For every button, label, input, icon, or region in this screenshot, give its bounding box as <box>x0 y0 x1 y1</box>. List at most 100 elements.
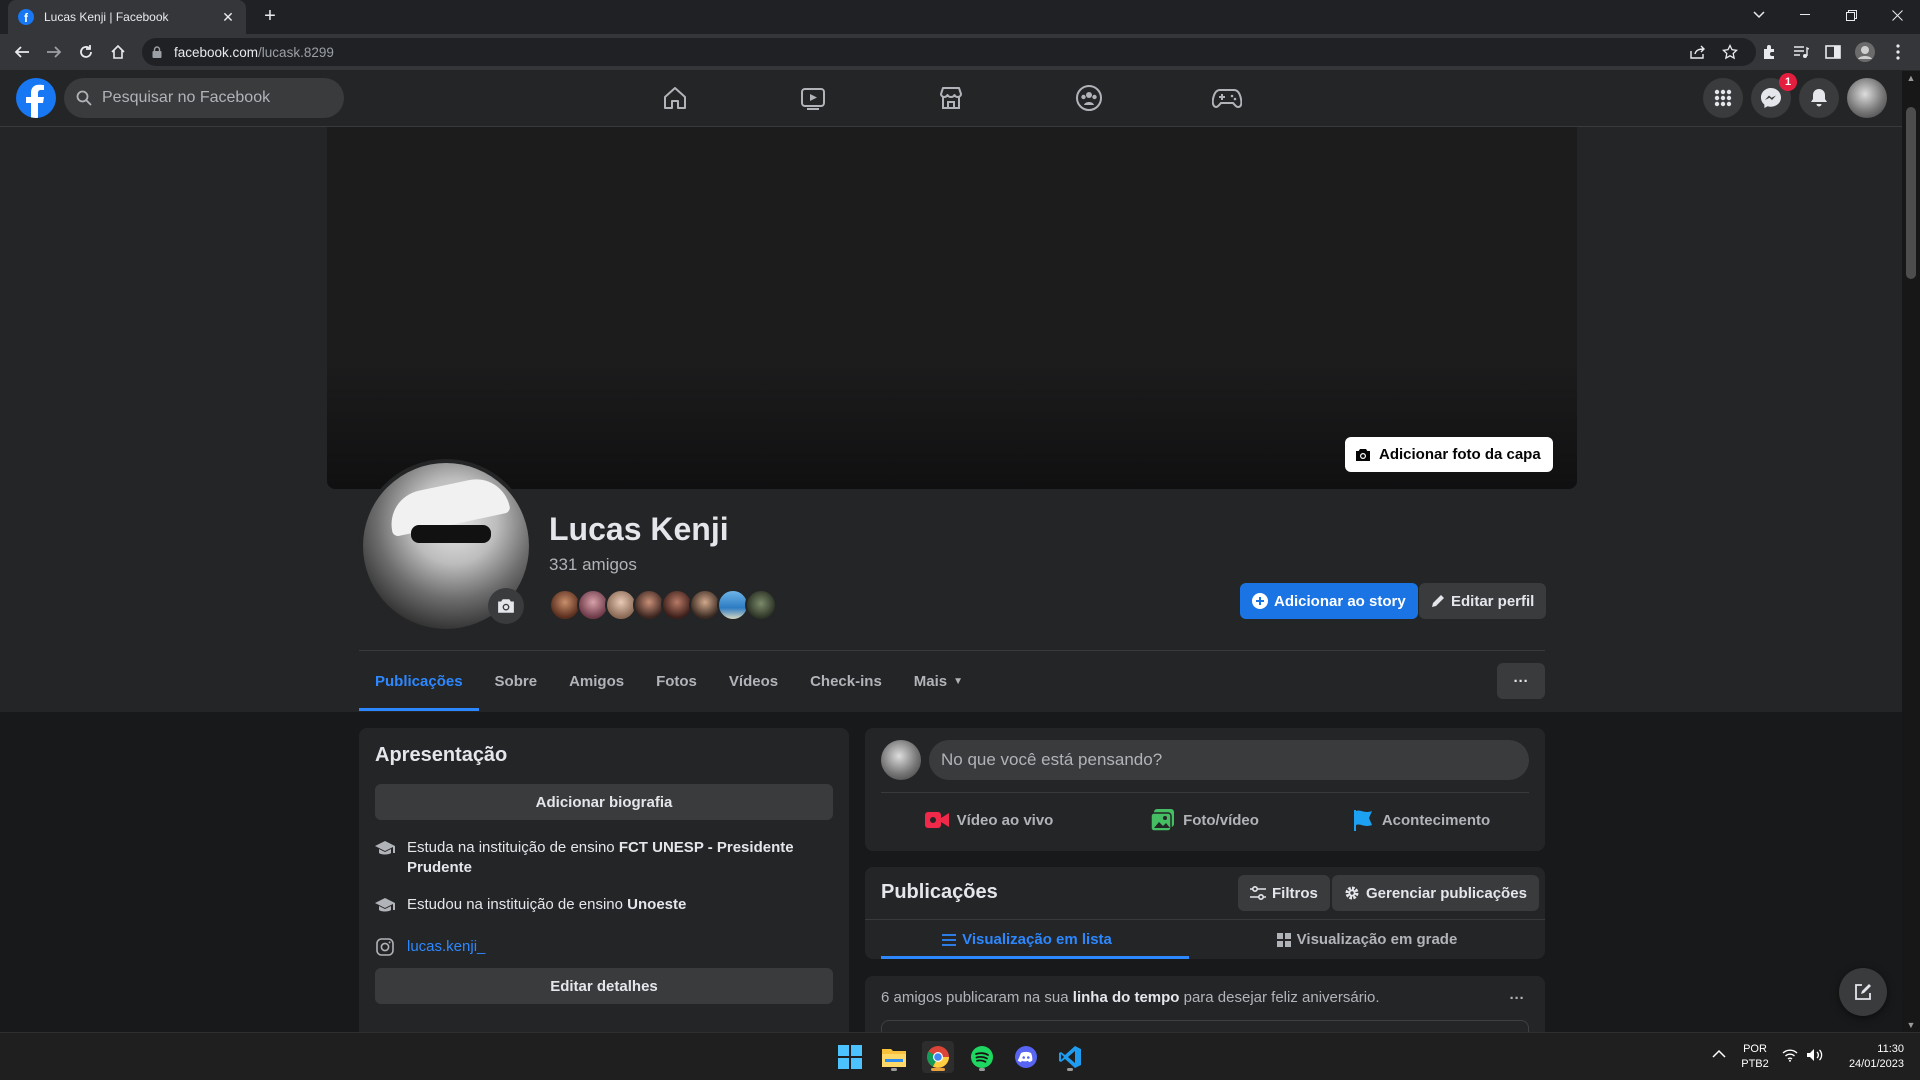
share-icon[interactable] <box>1688 42 1708 62</box>
spotify-icon[interactable] <box>966 1041 998 1073</box>
nav-home-icon[interactable] <box>620 70 730 126</box>
tab-label: Mais <box>913 672 948 690</box>
profile-more-options-button[interactable]: ··· <box>1497 663 1545 699</box>
home-browser-icon[interactable] <box>106 40 130 64</box>
tab-label: Publicações <box>375 672 463 690</box>
composer-divider <box>881 792 1529 793</box>
scroll-up-arrow-icon[interactable]: ▲ <box>1902 71 1920 85</box>
restore-button[interactable] <box>1828 0 1874 30</box>
tab-amigos[interactable]: Amigos <box>553 651 640 711</box>
tab-publicacoes[interactable]: Publicações <box>359 651 479 711</box>
instagram-icon <box>375 937 395 957</box>
forward-icon[interactable] <box>42 40 66 64</box>
cover-photo <box>327 127 1577 489</box>
life-event-button[interactable]: Acontecimento <box>1313 800 1529 840</box>
bookmark-star-icon[interactable] <box>1720 42 1740 62</box>
discord-icon[interactable] <box>1010 1041 1042 1073</box>
education-current-prefix: Estuda na instituição de ensino <box>407 839 619 856</box>
windows-start-icon[interactable] <box>834 1041 866 1073</box>
back-icon[interactable] <box>10 40 34 64</box>
nav-groups-icon[interactable] <box>1034 70 1144 126</box>
facebook-logo-icon[interactable] <box>16 78 56 118</box>
minimize-button[interactable] <box>1782 0 1828 30</box>
browser-tab[interactable]: f Lucas Kenji | Facebook ✕ <box>8 0 246 34</box>
update-profile-picture-camera-icon[interactable] <box>488 588 524 624</box>
birthday-posts-text: 6 amigos publicaram na sua linha do temp… <box>881 989 1380 1006</box>
new-message-button[interactable] <box>1839 968 1887 1016</box>
instagram-link[interactable]: lucas.kenji_ <box>407 937 485 957</box>
address-bar[interactable]: facebook.com/lucask.8299 <box>142 38 1756 66</box>
composer-avatar[interactable] <box>881 740 921 780</box>
nav-gaming-icon[interactable] <box>1172 70 1282 126</box>
friends-count-link[interactable]: 331 amigos <box>549 555 637 575</box>
composer-input[interactable]: No que você está pensando? <box>929 740 1529 780</box>
chrome-icon[interactable] <box>922 1041 954 1073</box>
language-code: POR <box>1743 1043 1767 1055</box>
scrollbar-thumb[interactable] <box>1906 107 1916 279</box>
list-icon <box>942 933 957 946</box>
live-video-button[interactable]: Vídeo ao vivo <box>881 800 1097 840</box>
post-composer: No que você está pensando? Vídeo ao vivo… <box>865 728 1545 851</box>
notifications-bell-icon[interactable] <box>1799 78 1839 118</box>
lock-icon <box>152 46 162 58</box>
birthday-more-options-button[interactable]: ··· <box>1501 982 1533 1014</box>
page-scrollbar[interactable]: ▲ ▼ <box>1902 71 1920 1032</box>
add-to-story-button[interactable]: Adicionar ao story <box>1240 583 1418 619</box>
search-input[interactable] <box>102 89 322 107</box>
tab-fotos[interactable]: Fotos <box>640 651 713 711</box>
tab-search-icon[interactable] <box>1736 0 1782 30</box>
add-cover-photo-button[interactable]: Adicionar foto da capa <box>1345 437 1553 472</box>
menu-grid-icon[interactable] <box>1703 78 1743 118</box>
birthday-prefix: 6 amigos publicaram na sua <box>881 989 1073 1006</box>
new-tab-button[interactable]: + <box>258 5 282 29</box>
url-path: /lucask.8299 <box>258 44 334 60</box>
edit-details-button[interactable]: Editar detalhes <box>375 968 833 1004</box>
photo-icon <box>1151 809 1175 831</box>
file-explorer-icon[interactable] <box>878 1041 910 1073</box>
extensions-puzzle-icon[interactable] <box>1759 42 1779 62</box>
tab-close-button[interactable]: ✕ <box>220 9 236 26</box>
nav-watch-icon[interactable] <box>758 70 868 126</box>
tab-label: Vídeos <box>728 672 779 690</box>
tab-check-ins[interactable]: Check-ins <box>794 651 898 711</box>
friend-avatar[interactable] <box>745 589 777 621</box>
reload-icon[interactable] <box>74 40 98 64</box>
nav-marketplace-icon[interactable] <box>896 70 1006 126</box>
grid-view-tab[interactable]: Visualização em grade <box>1205 920 1529 959</box>
list-view-tab[interactable]: Visualização em lista <box>865 920 1189 959</box>
edit-profile-button[interactable]: Editar perfil <box>1419 583 1547 619</box>
windows-taskbar: POR PTB2 11:30 24/01/2023 <box>0 1032 1920 1080</box>
media-queue-icon[interactable] <box>1791 42 1811 62</box>
volume-icon[interactable] <box>1806 1048 1824 1062</box>
add-cover-photo-label: Adicionar foto da capa <box>1379 446 1541 463</box>
education-current-text: Estuda na instituição de ensino FCT UNES… <box>407 838 833 878</box>
vscode-icon[interactable] <box>1054 1041 1086 1073</box>
grid-icon <box>1276 932 1291 947</box>
tab-videos[interactable]: Vídeos <box>713 651 794 711</box>
browser-menu-icon[interactable] <box>1888 42 1908 62</box>
filters-button[interactable]: Filtros <box>1238 875 1330 911</box>
photo-video-button[interactable]: Foto/vídeo <box>1097 800 1313 840</box>
education-past-prefix: Estudou na instituição de ensino <box>407 896 628 913</box>
clock[interactable]: 11:30 24/01/2023 <box>1836 1042 1904 1072</box>
account-avatar[interactable] <box>1847 78 1887 118</box>
scroll-down-arrow-icon[interactable]: ▼ <box>1902 1018 1920 1032</box>
close-window-button[interactable] <box>1874 0 1920 30</box>
side-panel-icon[interactable] <box>1823 42 1843 62</box>
education-past-school[interactable]: Unoeste <box>627 896 686 913</box>
tab-sobre[interactable]: Sobre <box>479 651 554 711</box>
tray-overflow-chevron-icon[interactable] <box>1712 1049 1726 1059</box>
filters-label: Filtros <box>1272 884 1318 902</box>
browser-toolbar: facebook.com/lucask.8299 <box>0 34 1920 70</box>
browser-profile-avatar[interactable] <box>1855 42 1875 62</box>
manage-posts-button[interactable]: Gerenciar publicações <box>1332 875 1539 911</box>
search-box[interactable] <box>64 78 344 118</box>
url-host: facebook.com <box>174 44 259 60</box>
timeline-link[interactable]: linha do tempo <box>1073 989 1180 1006</box>
input-language-indicator[interactable]: POR PTB2 <box>1740 1042 1770 1072</box>
add-bio-button[interactable]: Adicionar biografia <box>375 784 833 820</box>
wifi-icon[interactable] <box>1782 1048 1798 1062</box>
birthday-posts-card: 6 amigos publicaram na sua linha do temp… <box>865 976 1545 1040</box>
tab-mais[interactable]: Mais ▼ <box>898 651 979 711</box>
education-past-text: Estudou na instituição de ensino Unoeste <box>407 895 686 915</box>
